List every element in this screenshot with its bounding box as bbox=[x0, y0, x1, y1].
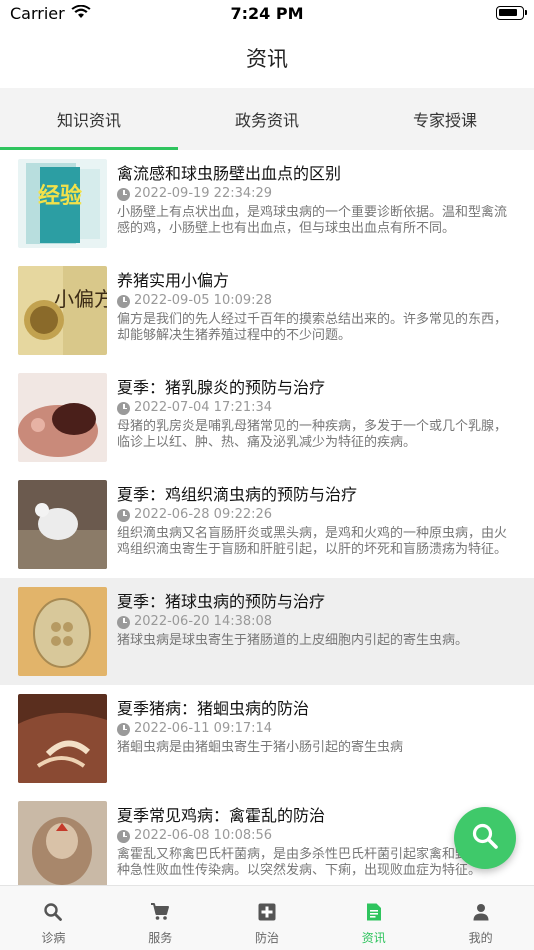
thumbnail-text: 小偏方 bbox=[54, 287, 107, 311]
medical-plus-icon bbox=[257, 902, 277, 926]
article-date-row: 2022-07-04 17:21:34 bbox=[117, 399, 516, 417]
tabbar-item-profile[interactable]: 我的 bbox=[427, 886, 534, 950]
article-info: 禽流感和球虫肠壁出血点的区别 2022-09-19 22:34:29 小肠壁上有… bbox=[117, 159, 516, 257]
article-item[interactable]: 小偏方 养猪实用小偏方 2022-09-05 10:09:28 偏方是我们的先人… bbox=[0, 257, 534, 364]
person-icon bbox=[471, 902, 491, 926]
tab-expert-lectures[interactable]: 专家授课 bbox=[356, 88, 534, 150]
tab-label: 政务资讯 bbox=[234, 111, 299, 130]
article-date: 2022-09-19 22:34:29 bbox=[134, 186, 273, 201]
article-summary: 禽霍乱又称禽巴氏杆菌病，是由多杀性巴氏杆菌引起家禽和野禽的一种急性败血性传染病。… bbox=[117, 847, 508, 878]
tab-knowledge-news[interactable]: 知识资讯 bbox=[0, 88, 178, 150]
article-thumbnail bbox=[18, 694, 107, 783]
article-date: 2022-06-28 09:22:26 bbox=[134, 507, 273, 522]
page-title: 资讯 bbox=[246, 47, 288, 71]
tabbar-label: 服务 bbox=[148, 931, 173, 945]
battery-icon bbox=[496, 6, 527, 20]
article-date: 2022-09-05 10:09:28 bbox=[134, 293, 273, 308]
tabbar-item-service[interactable]: 服务 bbox=[107, 886, 214, 950]
clock-icon bbox=[117, 187, 130, 201]
article-item[interactable]: 夏季：猪球虫病的预防与治疗 2022-06-20 14:38:08 猪球虫病是球… bbox=[0, 578, 534, 685]
article-item[interactable]: 经验 禽流感和球虫肠壁出血点的区别 2022-09-19 22:34:29 小肠… bbox=[0, 150, 534, 257]
article-thumbnail bbox=[18, 480, 107, 569]
tab-label: 知识资讯 bbox=[56, 111, 121, 130]
article-item[interactable]: 夏季：鸡组织滴虫病的预防与治疗 2022-06-28 09:22:26 组织滴虫… bbox=[0, 471, 534, 578]
article-date-row: 2022-06-11 09:17:14 bbox=[117, 720, 516, 738]
article-thumbnail: 小偏方 bbox=[18, 266, 107, 355]
article-info: 夏季：猪球虫病的预防与治疗 2022-06-20 14:38:08 猪球虫病是球… bbox=[117, 587, 516, 685]
article-thumbnail bbox=[18, 587, 107, 676]
article-summary: 猪蛔虫病是由猪蛔虫寄生于猪小肠引起的寄生虫病 bbox=[117, 740, 404, 755]
bottom-tab-bar: 诊病 服务 防治 资讯 我的 bbox=[0, 885, 534, 950]
tabbar-item-news[interactable]: 资讯 bbox=[320, 886, 427, 950]
article-list: 经验 禽流感和球虫肠壁出血点的区别 2022-09-19 22:34:29 小肠… bbox=[0, 150, 534, 885]
article-summary: 母猪的乳房炎是哺乳母猪常见的一种疾病，多发于一个或几个乳腺，临诊上以红、肿、热、… bbox=[117, 419, 508, 450]
article-title: 夏季：猪乳腺炎的预防与治疗 bbox=[117, 378, 326, 397]
article-date: 2022-06-08 10:08:56 bbox=[134, 828, 273, 843]
article-date: 2022-06-11 09:17:14 bbox=[134, 721, 273, 736]
tabbar-item-prevention[interactable]: 防治 bbox=[214, 886, 321, 950]
article-date-row: 2022-09-19 22:34:29 bbox=[117, 185, 516, 203]
article-title: 夏季：鸡组织滴虫病的预防与治疗 bbox=[117, 485, 358, 504]
tabbar-label: 我的 bbox=[468, 931, 493, 945]
article-summary: 小肠壁上有点状出血，是鸡球虫病的一个重要诊断依据。温和型禽流感的鸡，小肠壁上也有… bbox=[117, 205, 508, 236]
article-date-row: 2022-09-05 10:09:28 bbox=[117, 292, 516, 310]
article-title: 禽流感和球虫肠壁出血点的区别 bbox=[117, 164, 342, 183]
article-date: 2022-06-20 14:38:08 bbox=[134, 614, 273, 629]
article-thumbnail: 经验 bbox=[18, 159, 107, 248]
navigation-bar: 资讯 bbox=[0, 28, 534, 88]
clock-icon bbox=[117, 722, 130, 736]
article-date-row: 2022-06-20 14:38:08 bbox=[117, 613, 516, 631]
tabbar-label: 资讯 bbox=[361, 931, 386, 945]
article-summary: 组织滴虫病又名盲肠肝炎或黑头病，是鸡和火鸡的一种原虫病，由火鸡组织滴虫寄生于盲肠… bbox=[117, 526, 508, 557]
news-icon bbox=[364, 902, 384, 926]
thumbnail-text: 经验 bbox=[38, 183, 82, 209]
article-thumbnail bbox=[18, 801, 107, 885]
cart-icon bbox=[150, 902, 170, 926]
article-thumbnail bbox=[18, 373, 107, 462]
clock-time: 7:24 PM bbox=[230, 4, 304, 23]
article-item[interactable]: 夏季猪病：猪蛔虫病的防治 2022-06-11 09:17:14 猪蛔虫病是由猪… bbox=[0, 685, 534, 792]
clock-icon bbox=[117, 294, 130, 308]
article-info: 养猪实用小偏方 2022-09-05 10:09:28 偏方是我们的先人经过千百… bbox=[117, 266, 516, 364]
floating-search-button[interactable] bbox=[454, 807, 516, 869]
article-date: 2022-07-04 17:21:34 bbox=[134, 400, 273, 415]
article-title: 夏季猪病：猪蛔虫病的防治 bbox=[117, 699, 310, 718]
clock-icon bbox=[117, 401, 130, 415]
search-icon bbox=[471, 822, 499, 854]
clock-icon bbox=[117, 508, 130, 522]
article-info: 夏季：鸡组织滴虫病的预防与治疗 2022-06-28 09:22:26 组织滴虫… bbox=[117, 480, 516, 578]
tabbar-item-diagnose[interactable]: 诊病 bbox=[0, 886, 107, 950]
category-tabs: 知识资讯 政务资讯 专家授课 bbox=[0, 88, 534, 150]
article-info: 夏季：猪乳腺炎的预防与治疗 2022-07-04 17:21:34 母猪的乳房炎… bbox=[117, 373, 516, 471]
article-info: 夏季猪病：猪蛔虫病的防治 2022-06-11 09:17:14 猪蛔虫病是由猪… bbox=[117, 694, 516, 792]
article-summary: 猪球虫病是球虫寄生于猪肠道的上皮细胞内引起的寄生虫病。 bbox=[117, 633, 469, 648]
clock-icon bbox=[117, 615, 130, 629]
article-item[interactable]: 夏季：猪乳腺炎的预防与治疗 2022-07-04 17:21:34 母猪的乳房炎… bbox=[0, 364, 534, 471]
tab-label: 专家授课 bbox=[412, 111, 477, 130]
status-bar: Carrier 7:24 PM bbox=[0, 0, 534, 28]
article-date-row: 2022-06-28 09:22:26 bbox=[117, 506, 516, 524]
article-summary: 偏方是我们的先人经过千百年的摸索总结出来的。许多常见的东西，却能够解决生猪养殖过… bbox=[117, 312, 508, 343]
article-title: 夏季常见鸡病：禽霍乱的防治 bbox=[117, 806, 326, 825]
article-title: 养猪实用小偏方 bbox=[117, 271, 230, 290]
tab-government-news[interactable]: 政务资讯 bbox=[178, 88, 356, 150]
tabbar-label: 防治 bbox=[254, 931, 279, 945]
tabbar-label: 诊病 bbox=[41, 931, 66, 945]
clock-icon bbox=[117, 829, 130, 843]
search-icon bbox=[43, 902, 63, 926]
article-title: 夏季：猪球虫病的预防与治疗 bbox=[117, 592, 326, 611]
